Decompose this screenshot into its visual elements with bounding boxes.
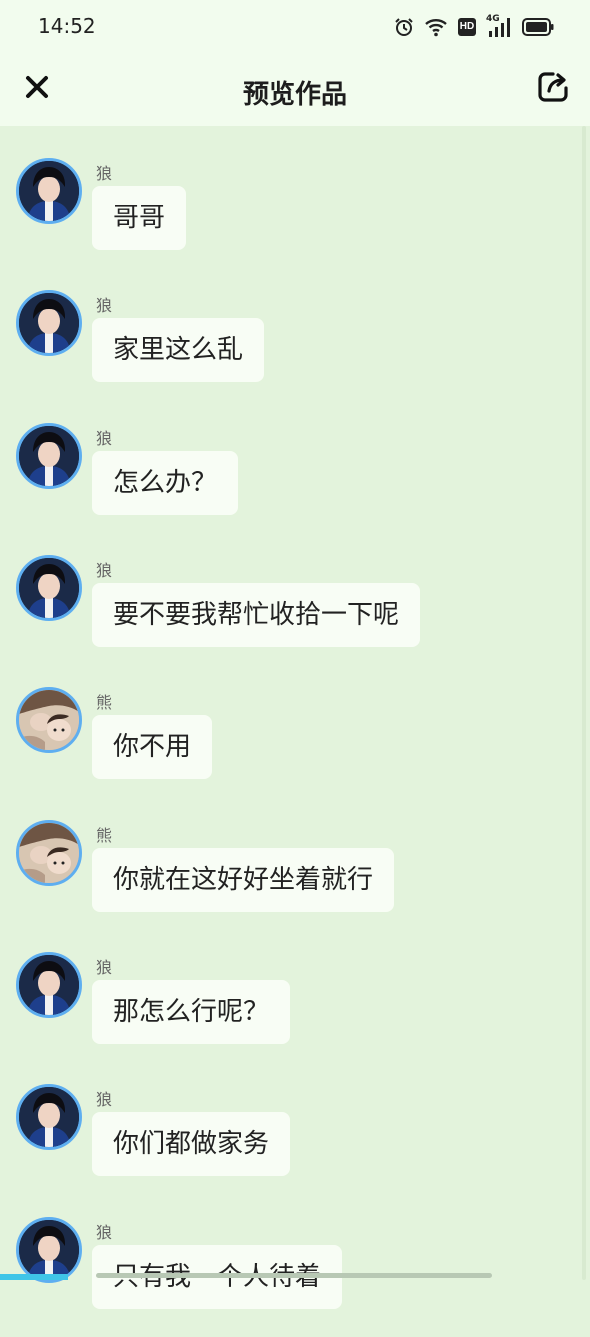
message-bubble[interactable]: 你就在这好好坐着就行 [92, 848, 395, 912]
message-bubble[interactable]: 哥哥 [92, 186, 187, 250]
sender-name: 狼 [96, 958, 113, 977]
sender-name: 狼 [96, 164, 113, 183]
avatar[interactable] [16, 555, 82, 621]
top-app-bar: 预览作品 [0, 54, 590, 126]
avatar[interactable] [16, 952, 82, 1018]
share-button[interactable] [534, 70, 572, 108]
avatar[interactable] [16, 158, 82, 224]
alarm-icon [394, 17, 414, 37]
sender-name: 狼 [96, 561, 113, 580]
message-bubble[interactable]: 你们都做家务 [92, 1112, 291, 1176]
message-bubble[interactable]: 家里这么乱 [92, 318, 265, 382]
avatar[interactable] [16, 687, 82, 753]
sender-name: 狼 [96, 296, 113, 315]
bottom-accent-bar [0, 1274, 68, 1280]
hd-icon: HD [458, 18, 476, 36]
message-bubble[interactable]: 怎么办？ [92, 451, 239, 515]
share-icon [536, 70, 570, 108]
sender-name: 狼 [96, 1223, 113, 1242]
avatar[interactable] [16, 290, 82, 356]
gesture-bar [96, 1273, 492, 1278]
sender-name: 熊 [96, 826, 113, 845]
battery-icon [522, 18, 554, 36]
wifi-icon [424, 17, 448, 37]
message-bubble[interactable]: 那怎么行呢？ [92, 980, 291, 1044]
cellular-4g-icon: 4G [486, 14, 512, 38]
scrollbar[interactable] [582, 126, 586, 1280]
avatar[interactable] [16, 1084, 82, 1150]
avatar[interactable] [16, 820, 82, 886]
message-bubble[interactable]: 你不用 [92, 715, 213, 779]
sender-name: 熊 [96, 693, 113, 712]
status-icons: HD 4G [394, 14, 554, 40]
status-time: 14:52 [38, 14, 96, 38]
page-title: 预览作品 [242, 80, 347, 110]
status-bar: 14:52 HD 4G [0, 0, 590, 54]
avatar[interactable] [16, 423, 82, 489]
message-bubble[interactable]: 要不要我帮忙收拾一下呢 [92, 583, 421, 647]
sender-name: 狼 [96, 429, 113, 448]
chat-message-list[interactable]: 狼 哥哥 狼 家里这么乱 狼 怎么办？ 狼 要不要我帮忙收拾一下呢 熊 你不用 [0, 126, 590, 1309]
sender-name: 狼 [96, 1090, 113, 1109]
